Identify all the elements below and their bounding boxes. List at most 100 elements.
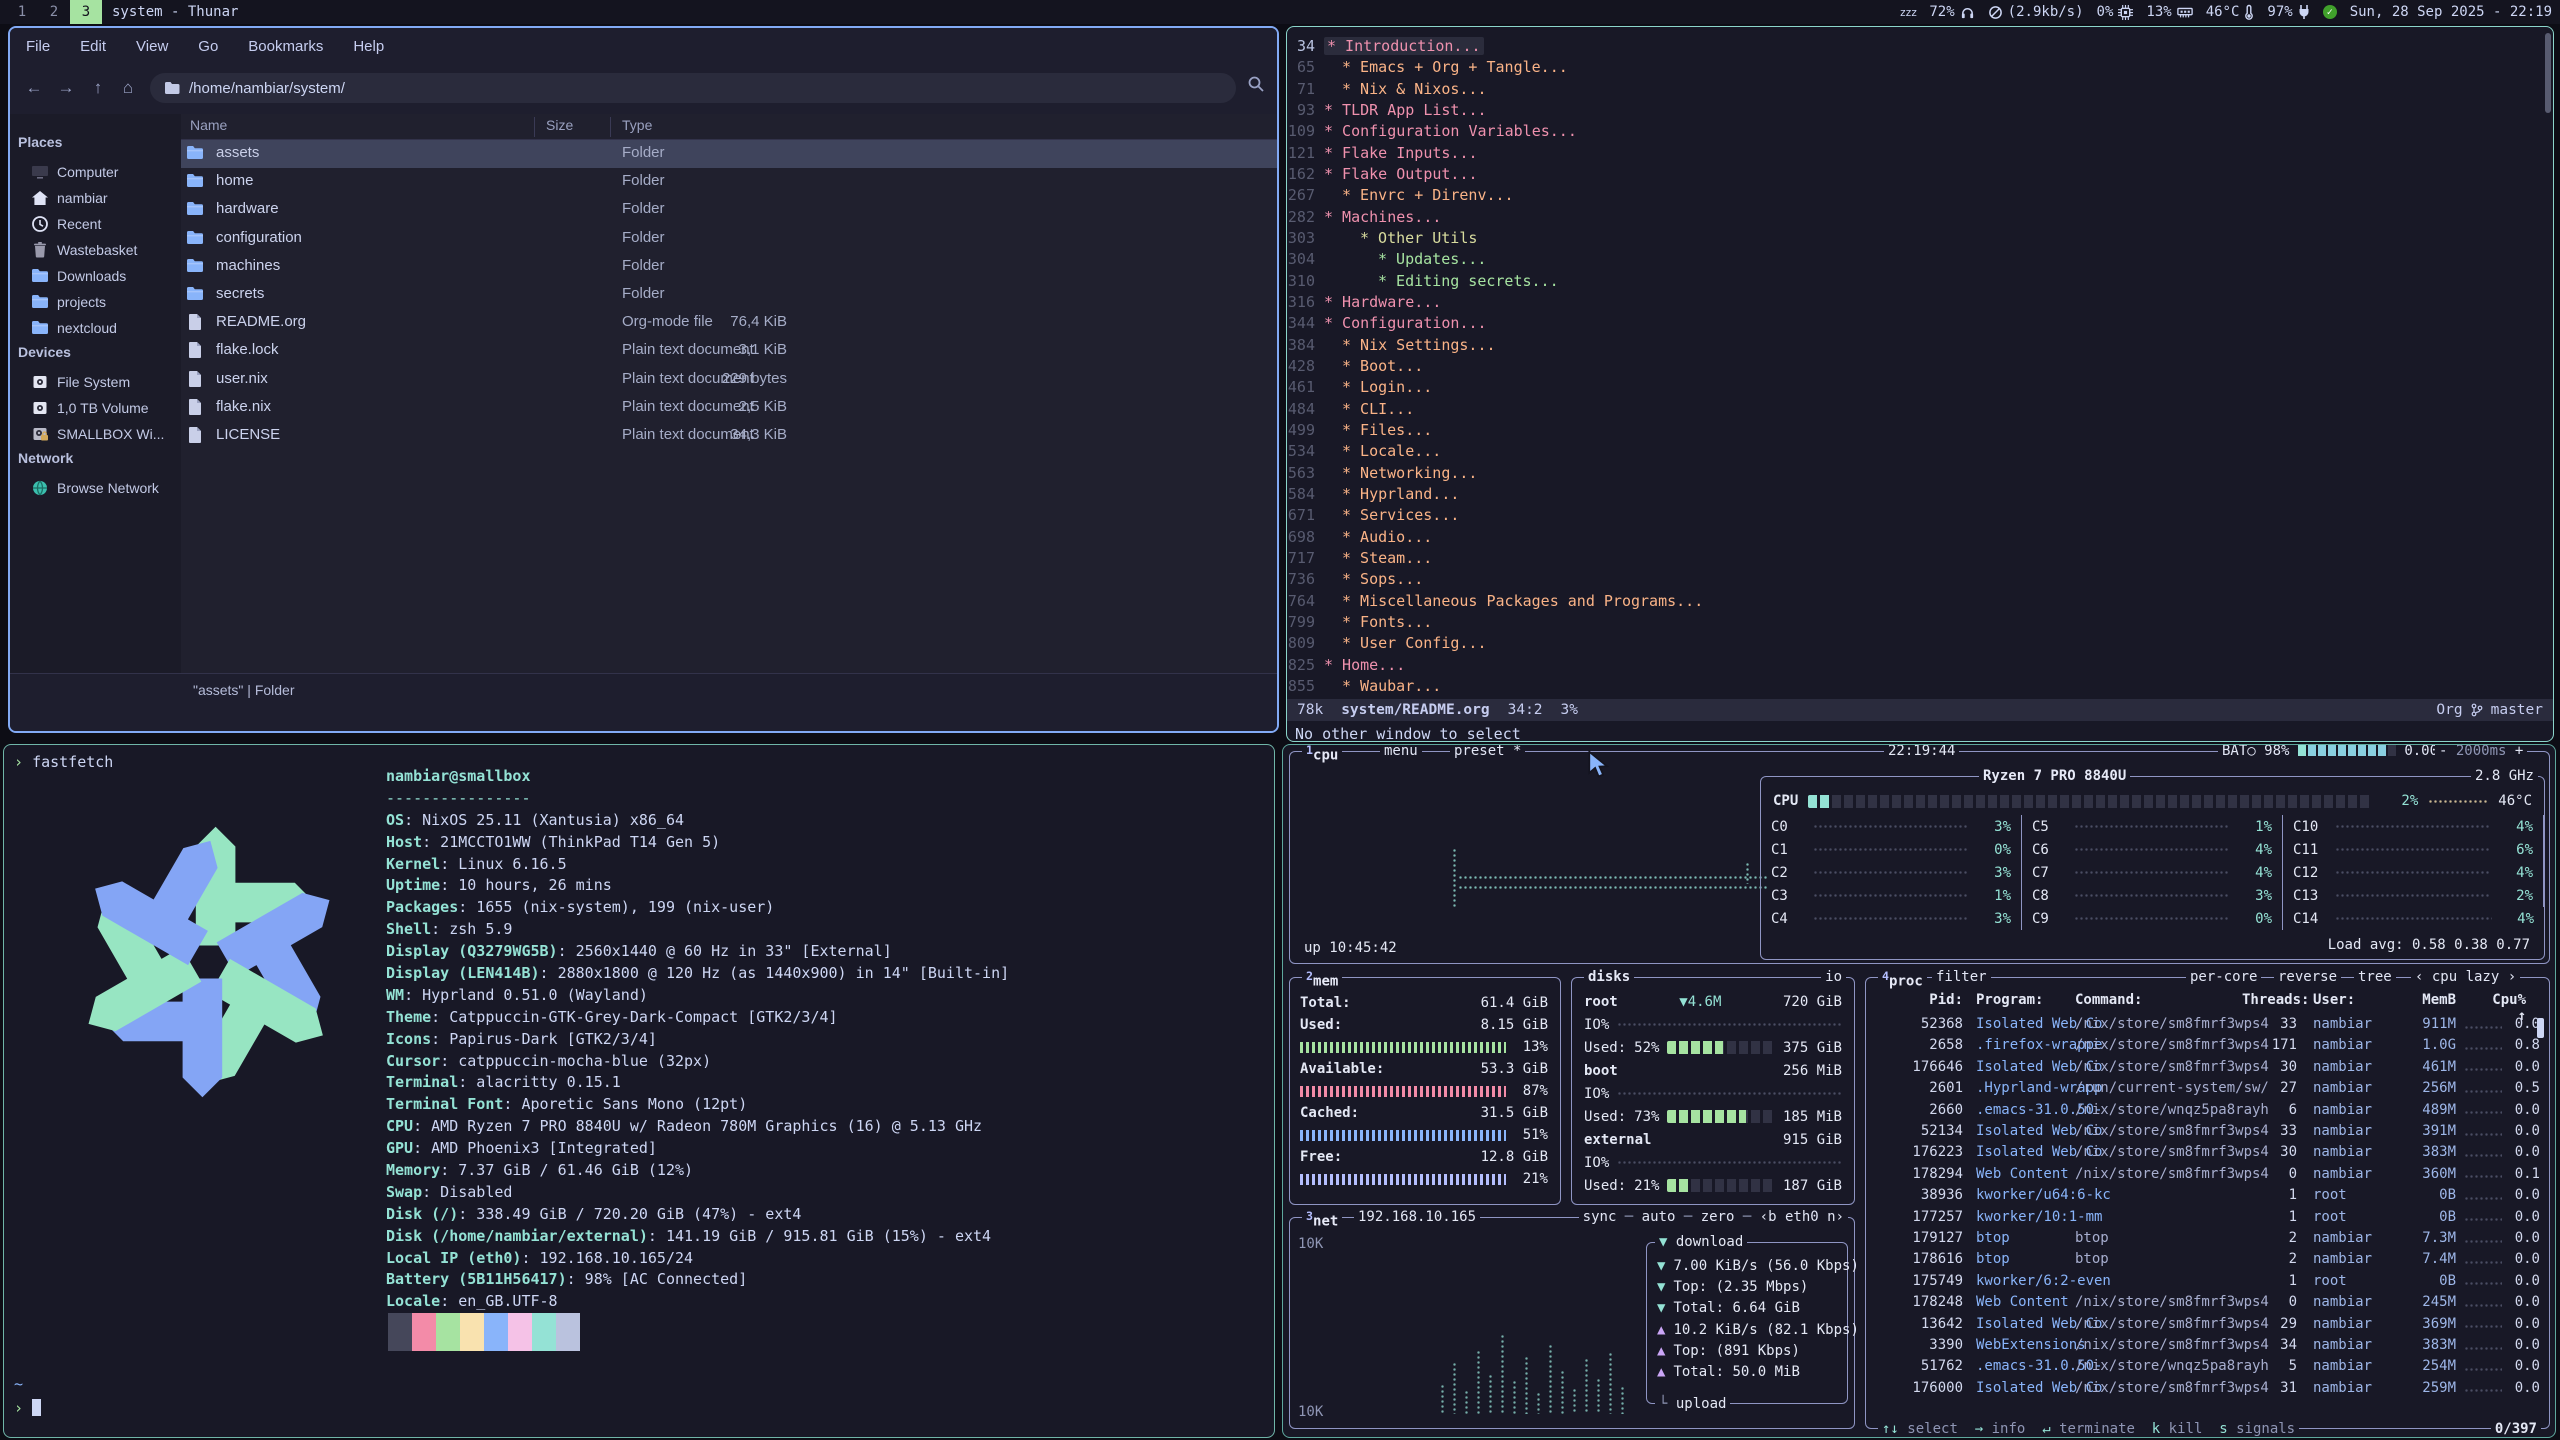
- org-heading-line[interactable]: 71* Nix & Nixos...: [1287, 80, 2553, 101]
- filter-button[interactable]: filter: [1932, 969, 1991, 985]
- net-box-title[interactable]: 3net: [1302, 1209, 1342, 1230]
- process-row-pid-2601[interactable]: 2601.Hyprland-wrapp/run/current-system/s…: [1866, 1080, 2549, 1101]
- up-button[interactable]: ↑: [84, 74, 112, 102]
- file-row-flake-nix[interactable]: flake.nix2,5 KiBPlain text document: [181, 394, 1279, 422]
- per-core-button[interactable]: per-core: [2186, 969, 2261, 985]
- process-row-pid-51762[interactable]: 51762.emacs-31.0.50-/nix/store/wnqz5pa8r…: [1866, 1358, 2549, 1379]
- proc-box-title[interactable]: 4proc: [1878, 969, 1927, 990]
- memory-indicator[interactable]: 13%: [2146, 4, 2192, 20]
- org-heading-line[interactable]: 717* Steam...: [1287, 549, 2553, 570]
- sidebar-item-1-0-tb-volume[interactable]: 1,0 TB Volume: [10, 396, 181, 420]
- mem-box-title[interactable]: 2mem: [1302, 969, 1342, 990]
- org-heading-line[interactable]: 344* Configuration...: [1287, 314, 2553, 335]
- process-row-pid-176646[interactable]: 176646Isolated Web Co/nix/store/sm8fmrf3…: [1866, 1059, 2549, 1080]
- process-row-pid-38936[interactable]: 38936kworker/u64:6-kc1root0B0.0: [1866, 1187, 2549, 1208]
- menu-go[interactable]: Go: [198, 38, 218, 55]
- sidebar-item-nextcloud[interactable]: nextcloud: [10, 316, 181, 340]
- proc-scrollbar-thumb[interactable]: [2537, 1018, 2544, 1038]
- org-heading-line[interactable]: 282* Machines...: [1287, 208, 2553, 229]
- path-bar[interactable]: /home/nambiar/system/: [150, 73, 1236, 103]
- process-row-pid-176223[interactable]: 176223Isolated Web Co/nix/store/sm8fmrf3…: [1866, 1144, 2549, 1165]
- sidebar-item-recent[interactable]: Recent: [10, 212, 181, 236]
- org-heading-line[interactable]: 310* Editing secrets...: [1287, 272, 2553, 293]
- io-mode-button[interactable]: io: [1821, 969, 1846, 985]
- menu-help[interactable]: Help: [353, 38, 384, 55]
- sidebar-item-downloads[interactable]: Downloads: [10, 264, 181, 288]
- process-row-pid-2660[interactable]: 2660.emacs-31.0.50-/nix/store/wnqz5pa8ra…: [1866, 1102, 2549, 1123]
- org-heading-line[interactable]: 563* Networking...: [1287, 464, 2553, 485]
- sidebar-item-file-system[interactable]: File System: [10, 370, 181, 394]
- org-heading-line[interactable]: 764* Miscellaneous Packages and Programs…: [1287, 592, 2553, 613]
- clock[interactable]: Sun, 28 Sep 2025 - 22:19: [2350, 4, 2552, 20]
- org-heading-line[interactable]: 121* Flake Inputs...: [1287, 144, 2553, 165]
- org-heading-line[interactable]: 267* Envrc + Direnv...: [1287, 186, 2553, 207]
- shell-prompt[interactable]: ›: [14, 1399, 41, 1417]
- org-heading-line[interactable]: 34* Introduction...: [1287, 37, 2553, 58]
- sidebar-item-wastebasket[interactable]: Wastebasket: [10, 238, 181, 262]
- file-row-license[interactable]: LICENSE34,3 KiBPlain text document: [181, 422, 1279, 450]
- sort-selector[interactable]: ‹ cpu lazy ›: [2411, 969, 2520, 985]
- org-heading-line[interactable]: 484* CLI...: [1287, 400, 2553, 421]
- file-row-assets[interactable]: assetsFolder: [181, 140, 1279, 168]
- file-row-flake-lock[interactable]: flake.lock3,1 KiBPlain text document: [181, 337, 1279, 365]
- org-heading-line[interactable]: 799* Fonts...: [1287, 613, 2553, 634]
- org-heading-line[interactable]: 304* Updates...: [1287, 250, 2553, 271]
- proc-footer-kill[interactable]: k kill: [2152, 1421, 2203, 1437]
- process-row-pid-175749[interactable]: 175749kworker/6:2-even1root0B0.0: [1866, 1273, 2549, 1294]
- file-row-machines[interactable]: machinesFolder: [181, 253, 1279, 281]
- sidebar-item-smallbox-wi-[interactable]: SMALLBOX Wi...: [10, 422, 181, 446]
- process-row-pid-3390[interactable]: 3390WebExtensions/nix/store/sm8fmrf3wps4…: [1866, 1337, 2549, 1358]
- file-row-hardware[interactable]: hardwareFolder: [181, 196, 1279, 224]
- org-heading-line[interactable]: 65* Emacs + Org + Tangle...: [1287, 58, 2553, 79]
- process-row-pid-13642[interactable]: 13642Isolated Web Co/nix/store/sm8fmrf3w…: [1866, 1316, 2549, 1337]
- disks-box-title[interactable]: disks: [1584, 969, 1634, 985]
- battery-indicator[interactable]: 97%: [2267, 4, 2309, 20]
- org-heading-line[interactable]: 499* Files...: [1287, 421, 2553, 442]
- process-row-pid-178294[interactable]: 178294Web Content/nix/store/sm8fmrf3wps4…: [1866, 1166, 2549, 1187]
- org-heading-line[interactable]: 809* User Config...: [1287, 634, 2553, 655]
- org-heading-line[interactable]: 825* Home...: [1287, 656, 2553, 677]
- tree-button[interactable]: tree: [2354, 969, 2396, 985]
- file-row-secrets[interactable]: secretsFolder: [181, 281, 1279, 309]
- column-header-type[interactable]: Type: [622, 117, 652, 133]
- file-row-readme-org[interactable]: README.org76,4 KiBOrg-mode file: [181, 309, 1279, 337]
- menu-button[interactable]: menu: [1380, 744, 1422, 759]
- org-heading-line[interactable]: 162* Flake Output...: [1287, 165, 2553, 186]
- proc-footer-select[interactable]: ↑↓ select: [1882, 1421, 1958, 1437]
- process-row-pid-2658[interactable]: 2658.firefox-wrappe/nix/store/sm8fmrf3wp…: [1866, 1037, 2549, 1058]
- process-row-pid-177257[interactable]: 177257kworker/10:1-mm1root0B0.0: [1866, 1209, 2549, 1230]
- process-row-pid-178616[interactable]: 178616btopbtop2nambiar7.4M0.0: [1866, 1251, 2549, 1272]
- org-heading-line[interactable]: 303* Other Utils: [1287, 229, 2553, 250]
- menu-file[interactable]: File: [26, 38, 50, 55]
- idle-inhibitor-icon[interactable]: zzz: [1900, 6, 1917, 19]
- process-row-pid-179127[interactable]: 179127btopbtop2nambiar7.3M0.0: [1866, 1230, 2549, 1251]
- menu-bookmarks[interactable]: Bookmarks: [248, 38, 323, 55]
- emacs-window[interactable]: 34* Introduction...65* Emacs + Org + Tan…: [1286, 26, 2554, 742]
- proc-footer-signals[interactable]: s signals: [2219, 1421, 2295, 1437]
- org-heading-line[interactable]: 93* TLDR App List...: [1287, 101, 2553, 122]
- org-heading-line[interactable]: 461* Login...: [1287, 378, 2553, 399]
- home-button[interactable]: ⌂: [114, 74, 142, 102]
- update-interval-control[interactable]: - 2000ms +: [2435, 744, 2527, 759]
- org-heading-line[interactable]: 584* Hyprland...: [1287, 485, 2553, 506]
- process-row-pid-52368[interactable]: 52368Isolated Web Co/nix/store/sm8fmrf3w…: [1866, 1016, 2549, 1037]
- column-header-name[interactable]: Name: [190, 117, 227, 133]
- net-controls[interactable]: sync ─ auto ─ zero ─ ‹b eth0 n›: [1579, 1209, 1848, 1225]
- systemd-ok-icon[interactable]: ✓: [2323, 5, 2337, 19]
- terminal-fastfetch[interactable]: › fastfetch nambiar@smallbox -----------…: [3, 744, 1275, 1438]
- org-heading-line[interactable]: 671* Services...: [1287, 506, 2553, 527]
- org-heading-line[interactable]: 736* Sops...: [1287, 570, 2553, 591]
- search-button[interactable]: [1247, 75, 1265, 97]
- process-row-pid-178248[interactable]: 178248Web Content/nix/store/sm8fmrf3wps4…: [1866, 1294, 2549, 1315]
- volume-indicator[interactable]: 72%: [1929, 4, 1974, 20]
- workspace-button-2[interactable]: 2: [38, 0, 70, 24]
- preset-button[interactable]: preset *: [1450, 744, 1525, 759]
- proc-footer-terminate[interactable]: ↵ terminate: [2042, 1421, 2135, 1437]
- org-heading-line[interactable]: 698* Audio...: [1287, 528, 2553, 549]
- sidebar-item-nambiar[interactable]: nambiar: [10, 186, 181, 210]
- menu-edit[interactable]: Edit: [80, 38, 106, 55]
- process-row-pid-52134[interactable]: 52134Isolated Web Co/nix/store/sm8fmrf3w…: [1866, 1123, 2549, 1144]
- cpu-indicator[interactable]: 0%: [2097, 4, 2134, 20]
- proc-footer-info[interactable]: → info: [1975, 1421, 2026, 1437]
- back-button[interactable]: ←: [20, 74, 48, 102]
